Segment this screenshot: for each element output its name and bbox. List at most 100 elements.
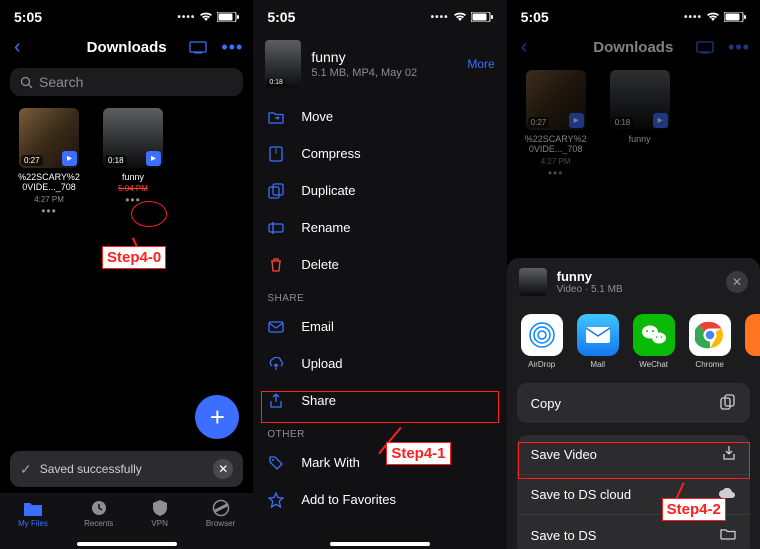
action-label: Save to DS cloud — [531, 487, 631, 502]
check-icon: ✓ — [20, 461, 32, 478]
screen-3-share-sheet: 5:05 •••• ‹ Downloads ••• 0:27 %22SCARY%… — [507, 0, 760, 549]
app-label: Mail — [590, 360, 605, 369]
share-apps-row[interactable]: AirDrop Mail WeChat Chrome — [507, 306, 760, 379]
page-title: Downloads — [593, 39, 673, 56]
file-meta: Video · 5.1 MB — [557, 284, 623, 295]
action-label: Upload — [301, 356, 342, 371]
nav-bar: ‹ Downloads ••• — [0, 30, 253, 64]
page-title: Downloads — [87, 39, 167, 56]
file-time: 5:04 PM — [118, 184, 148, 193]
screen-2-actions: 5:05 •••• 0:18 funny 5.1 MB, MP4, May 02… — [253, 0, 506, 549]
wifi-icon — [199, 12, 213, 22]
app-more[interactable] — [745, 314, 760, 369]
more-icon: ••• — [728, 37, 750, 58]
app-label: Chrome — [695, 360, 723, 369]
tab-label: Browser — [206, 519, 235, 528]
nav-bar: ‹ Downloads ••• — [507, 30, 760, 64]
action-label: Move — [301, 109, 333, 124]
app-mail[interactable]: Mail — [577, 314, 619, 369]
share-sheet: funny Video · 5.1 MB ✕ AirDrop Mail WeCh… — [507, 258, 760, 549]
duplicate-icon — [267, 183, 285, 199]
search-icon — [20, 76, 33, 89]
save-icon — [722, 445, 736, 464]
app-chrome[interactable]: Chrome — [689, 314, 731, 369]
action-rename[interactable]: Rename — [253, 209, 506, 246]
file-item: 0:18 funny — [607, 70, 673, 180]
file-more-icon[interactable]: ••• — [41, 204, 57, 218]
tab-my-files[interactable]: My Files — [18, 499, 48, 549]
file-grid: 0:27 %22SCARY%20VIDE..._708 4:27 PM ••• … — [507, 64, 760, 186]
sheet-close-button[interactable]: ✕ — [726, 271, 748, 293]
action-move[interactable]: Move — [253, 98, 506, 135]
file-header: 0:18 funny 5.1 MB, MP4, May 02 More — [253, 30, 506, 98]
action-delete[interactable]: Delete — [253, 246, 506, 283]
cast-icon[interactable] — [189, 41, 207, 54]
status-time: 5:05 — [14, 9, 42, 25]
tab-browser[interactable]: Browser — [206, 499, 235, 549]
more-icon[interactable]: ••• — [221, 37, 243, 58]
file-item[interactable]: 0:27 %22SCARY%20VIDE..._708 4:27 PM ••• — [16, 108, 82, 218]
home-indicator[interactable] — [77, 542, 177, 546]
file-time: 4:27 PM — [34, 195, 64, 204]
action-copy[interactable]: Copy — [517, 383, 750, 423]
play-icon — [146, 151, 161, 166]
section-other: OTHER — [253, 419, 506, 444]
play-icon — [62, 151, 77, 166]
status-bar: 5:05 •••• — [0, 0, 253, 30]
video-duration: 0:27 — [21, 155, 43, 166]
file-thumbnail: 0:18 — [103, 108, 163, 168]
back-button[interactable]: ‹ — [10, 37, 25, 57]
file-name: funny — [122, 172, 144, 182]
chrome-icon — [689, 314, 731, 356]
action-mark-with[interactable]: Mark With — [253, 444, 506, 481]
action-upload[interactable]: Upload — [253, 345, 506, 382]
play-icon — [569, 113, 584, 128]
video-duration: 0:18 — [612, 117, 634, 128]
star-icon — [267, 492, 285, 508]
wechat-icon — [633, 314, 675, 356]
file-item[interactable]: 0:18 funny 5:04 PM ••• — [100, 108, 166, 218]
file-more-icon[interactable]: ••• — [125, 193, 141, 207]
file-name: %22SCARY%20VIDE..._708 — [16, 172, 82, 193]
search-input[interactable]: Search — [10, 68, 243, 96]
tab-bar: My Files Recents VPN Browser — [0, 493, 253, 549]
add-button[interactable]: + — [195, 395, 239, 439]
toast-close-button[interactable]: ✕ — [213, 459, 233, 479]
app-partial-icon — [745, 314, 760, 356]
section-share: SHARE — [253, 283, 506, 308]
file-thumbnail: 0:18 — [265, 40, 301, 88]
action-save-video[interactable]: Save Video — [517, 435, 750, 475]
upload-icon — [267, 357, 285, 371]
action-save-ds-cloud[interactable]: Save to DS cloud — [517, 475, 750, 515]
action-label: Copy — [531, 396, 561, 411]
rename-icon — [267, 221, 285, 235]
action-save-ds[interactable]: Save to DS — [517, 515, 750, 549]
trash-icon — [267, 257, 285, 273]
battery-icon — [471, 12, 493, 22]
action-share[interactable]: Share — [253, 382, 506, 419]
action-label: Rename — [301, 220, 350, 235]
file-grid: 0:27 %22SCARY%20VIDE..._708 4:27 PM ••• … — [0, 102, 253, 224]
back-button: ‹ — [517, 37, 532, 57]
mail-icon — [577, 314, 619, 356]
play-icon — [653, 113, 668, 128]
annotation-line — [132, 237, 143, 258]
action-compress[interactable]: Compress — [253, 135, 506, 172]
file-thumbnail: 0:27 — [19, 108, 79, 168]
home-indicator[interactable] — [330, 542, 430, 546]
status-time: 5:05 — [521, 9, 549, 25]
sheet-actions-1: Copy — [517, 383, 750, 423]
plus-icon: + — [210, 402, 225, 433]
action-email[interactable]: Email — [253, 308, 506, 345]
action-label: Email — [301, 319, 334, 334]
status-time: 5:05 — [267, 9, 295, 25]
app-airdrop[interactable]: AirDrop — [521, 314, 563, 369]
file-meta: 5.1 MB, MP4, May 02 — [311, 67, 417, 79]
folder-icon — [720, 527, 736, 543]
action-label: Share — [301, 393, 336, 408]
action-add-favorites[interactable]: Add to Favorites — [253, 481, 506, 518]
action-duplicate[interactable]: Duplicate — [253, 172, 506, 209]
more-link[interactable]: More — [467, 57, 494, 71]
annotation-label: Step4-0 — [102, 246, 166, 269]
app-wechat[interactable]: WeChat — [633, 314, 675, 369]
